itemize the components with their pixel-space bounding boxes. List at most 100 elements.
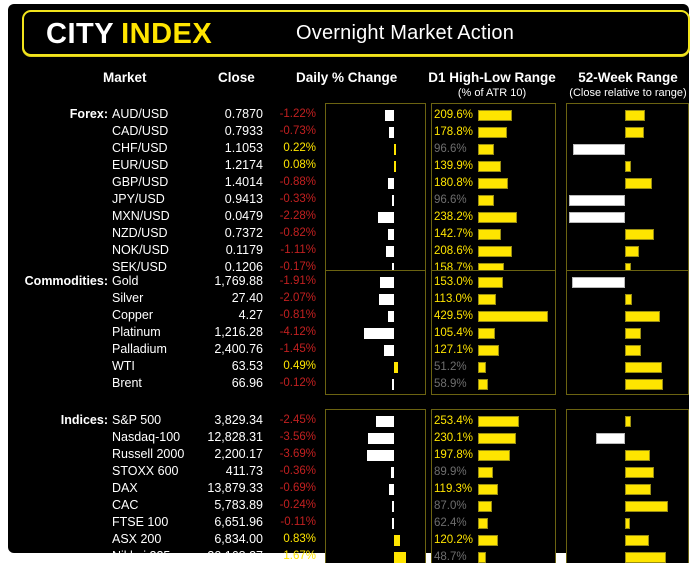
d1-range-bar [478, 467, 493, 478]
daily-change-bar [379, 294, 394, 305]
chart-bar-row [567, 243, 688, 260]
group-label: Indices: [60, 413, 108, 427]
chart-bar-row [567, 141, 688, 158]
52week-range-bar [625, 501, 669, 512]
chart-bar-row [326, 107, 425, 124]
market-name: Silver [112, 291, 144, 305]
52week-range-bar [625, 110, 646, 121]
market-name: NZD/USD [112, 226, 168, 240]
d1-range-bar [478, 328, 496, 339]
chart-bar-row: 153.0% [432, 274, 555, 291]
d1-range-label: 197.8% [434, 449, 474, 461]
close-price: 0.1179 [225, 243, 263, 257]
chart-bar-row [567, 342, 688, 359]
daily-change-value: -2.07% [279, 292, 316, 304]
d1-range-label: 62.4% [434, 517, 467, 529]
d1-range-bar [478, 178, 508, 189]
close-price: 30,168.27 [207, 549, 263, 563]
daily-change-bar [387, 178, 394, 189]
chart-bar-row: 208.6% [432, 243, 555, 260]
daily-change-bar [394, 144, 396, 155]
daily-change-value: 0.08% [283, 159, 316, 171]
market-name: NOK/USD [112, 243, 169, 257]
market-name: CAD/USD [112, 124, 169, 138]
d1-range-label: 208.6% [434, 245, 474, 257]
market-name: Copper [112, 308, 153, 322]
market-name: Nikkei 225 [112, 549, 171, 563]
chart-bar-row [567, 209, 688, 226]
chart-bar-row [326, 464, 425, 481]
chart-bar-row [326, 209, 425, 226]
daily-change-bar [392, 379, 394, 390]
daily-change-value: -3.69% [279, 448, 316, 460]
chart-bar-row [567, 291, 688, 308]
chart-bar-row: 238.2% [432, 209, 555, 226]
market-name: FTSE 100 [112, 515, 169, 529]
daily-change-bar [364, 328, 394, 339]
chart-bar-row: 48.7% [432, 549, 555, 563]
d1-range-label: 96.6% [434, 194, 467, 206]
52week-range-bar [625, 518, 630, 529]
daily-change-bar [394, 161, 396, 172]
daily-change-value: -3.56% [279, 431, 316, 443]
chart-bar-row [326, 430, 425, 447]
close-price: 1.2174 [224, 158, 263, 172]
52week-range-bar [625, 450, 650, 461]
daily-change-value: -0.82% [279, 227, 316, 239]
chart-bar-row [326, 175, 425, 192]
chart-bar-row [326, 243, 425, 260]
chart-bar-row: 120.2% [432, 532, 555, 549]
daily-change-chart-panel [325, 409, 426, 563]
d1-range-bar [478, 277, 504, 288]
chart-bar-row [567, 226, 688, 243]
daily-change-value: -0.11% [280, 516, 316, 528]
chart-bar-row [567, 192, 688, 209]
52week-range-bar [569, 195, 625, 206]
d1-range-label: 178.8% [434, 126, 474, 138]
chart-bar-row [567, 532, 688, 549]
daily-change-value: -4.12% [279, 326, 316, 338]
daily-change-chart-panel [325, 103, 426, 279]
d1-range-bar [478, 212, 517, 223]
52week-range-bar [571, 277, 625, 288]
daily-change-value: -0.12% [279, 377, 316, 389]
chart-bar-row: 178.8% [432, 124, 555, 141]
daily-change-value: 0.49% [283, 360, 316, 372]
daily-change-bar [380, 277, 394, 288]
chart-bar-row [567, 447, 688, 464]
close-price: 13,879.33 [207, 481, 263, 495]
d1-range-label: 230.1% [434, 432, 474, 444]
d1-range-chart-panel: 153.0% 113.0% 429.5% 105.4% 127.1% 51.2% 58.9% [431, 270, 556, 395]
52week-range-bar [573, 144, 625, 155]
chart-bar-row [326, 141, 425, 158]
d1-range-label: 51.2% [434, 361, 467, 373]
d1-range-label: 253.4% [434, 415, 474, 427]
dashboard-card: CITY INDEX Overnight Market Action Market… [8, 4, 690, 563]
chart-bar-row [326, 342, 425, 359]
chart-bar-row [567, 175, 688, 192]
close-price: 63.53 [231, 359, 263, 373]
chart-bar-row [567, 481, 688, 498]
daily-change-value: -2.45% [279, 414, 316, 426]
52week-range-bar [625, 161, 632, 172]
chart-bar-row [326, 549, 425, 563]
d1-range-label: 238.2% [434, 211, 474, 223]
group-label: Commodities: [24, 274, 108, 288]
chart-bar-row [567, 376, 688, 393]
daily-change-bar [394, 362, 398, 373]
d1-range-bar [478, 362, 487, 373]
market-name: MXN/USD [112, 209, 170, 223]
d1-range-label: 142.7% [434, 228, 474, 240]
d1-range-bar [478, 518, 489, 529]
d1-range-label: 429.5% [434, 310, 474, 322]
close-price: 411.73 [225, 464, 263, 478]
daily-change-value: -1.91% [279, 275, 316, 287]
chart-bar-row: 89.9% [432, 464, 555, 481]
chart-bar-row [326, 515, 425, 532]
market-name: STOXX 600 [112, 464, 179, 478]
daily-change-bar [376, 416, 394, 427]
group-label: Forex: [69, 107, 108, 121]
close-price: 1,216.28 [214, 325, 263, 339]
chart-bar-row: 119.3% [432, 481, 555, 498]
close-price: 0.7933 [224, 124, 263, 138]
